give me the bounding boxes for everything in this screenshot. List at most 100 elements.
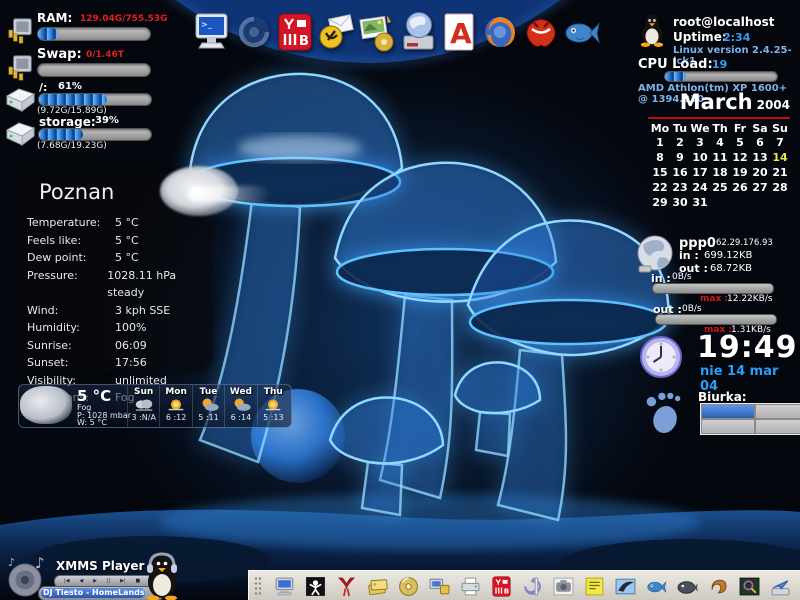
weather-row-label: Sunrise:	[27, 337, 115, 355]
svg-text:B: B	[504, 586, 509, 595]
bluefish-icon[interactable]	[645, 575, 668, 598]
weather-row: Feels like:5 °C	[27, 232, 207, 250]
net-out-rate: 0B/s	[682, 304, 702, 314]
spiral-icon[interactable]	[521, 575, 544, 598]
gnome-foot-icon	[643, 388, 685, 436]
sun-cloud-icon	[193, 397, 224, 413]
calendar-day: 7	[770, 135, 790, 150]
pager-desktop-1[interactable]	[701, 404, 755, 419]
tux-icon	[638, 13, 666, 49]
pager-desktop-2[interactable]	[755, 404, 800, 419]
window-figure-icon[interactable]	[304, 575, 327, 598]
calendar-divider	[648, 117, 790, 119]
weather-row: Pressure:1028.11 hPa steady	[27, 267, 207, 302]
cpu-load-label: CPU Load:	[638, 57, 713, 72]
calendar-weekday: We	[690, 121, 710, 135]
calendar-weekday: Fr	[730, 121, 750, 135]
forecast-day-mon: Mon6 :12	[159, 385, 191, 427]
red-pliers-icon[interactable]	[335, 575, 358, 598]
penguin-headphones-icon[interactable]	[140, 552, 185, 600]
xmms-track-title: DJ Tiesto - HomeLands 2002	[41, 588, 145, 598]
weather-city: Poznan	[39, 180, 114, 204]
printer-icon[interactable]	[459, 575, 482, 598]
net-ip: 62.29.176.93	[716, 238, 773, 248]
sun-haze-icon	[258, 397, 289, 413]
weather-row: Sunset:17:56	[27, 354, 207, 372]
my-computer-icon[interactable]	[273, 575, 296, 598]
svg-text:♪: ♪	[8, 556, 15, 569]
calendar-day: 2	[670, 135, 690, 150]
weather-row-label: Humidity:	[27, 319, 115, 337]
storage-bar	[38, 128, 152, 141]
pager-desktop-4[interactable]	[755, 419, 800, 434]
pager-desktop-3[interactable]	[701, 419, 755, 434]
taskbar-panel: B	[248, 570, 800, 600]
weather-row-value: 3 kph SSE	[115, 302, 170, 320]
red-creature-icon[interactable]	[522, 10, 560, 54]
xmms-control-button[interactable]: |◀	[64, 579, 70, 584]
forecast-day-range: 5 :11	[193, 413, 224, 422]
forecast-day-wed: Wed6 :14	[224, 385, 256, 427]
galeon-browser-icon[interactable]	[235, 10, 273, 54]
weather-row-value: 17:56	[115, 354, 147, 372]
cd-icon[interactable]	[397, 575, 420, 598]
mbank-icon[interactable]: B	[490, 575, 513, 598]
acrobat-reader-icon[interactable]: A	[440, 10, 478, 54]
forecast-day-range: 3 :N/A	[128, 413, 159, 422]
camera-icon[interactable]	[552, 575, 575, 598]
calendar-day: 12	[730, 150, 750, 165]
xmms-control-button[interactable]: ▶|	[120, 579, 126, 584]
app-dock: >_ B A	[194, 10, 601, 54]
forecast-day-name: Tue	[193, 387, 224, 397]
net-out-bar	[655, 314, 777, 325]
calendar-day: 5	[730, 135, 750, 150]
xmms-control-button[interactable]: ||	[107, 579, 110, 584]
gqview-icon[interactable]	[738, 575, 761, 598]
cardfile-icon[interactable]	[366, 575, 389, 598]
forecast-day-name: Thu	[258, 387, 289, 397]
xmms-control-button[interactable]: ▶	[93, 579, 97, 584]
paint-swoosh-icon[interactable]	[614, 575, 637, 598]
firefox-icon[interactable]	[481, 10, 519, 54]
fog-cloud-icon	[128, 397, 159, 413]
storage-disk-icon	[3, 120, 37, 148]
image-viewer-icon[interactable]	[358, 10, 396, 54]
calendar-day: 31	[690, 195, 710, 210]
weather-row-value: 06:09	[115, 337, 147, 355]
calendar-weekday: Tu	[670, 121, 690, 135]
forecast-day-tue: Tue 5 :11	[192, 385, 224, 427]
dark-fish-icon[interactable]	[676, 575, 699, 598]
gimp-swirl-icon[interactable]	[707, 575, 730, 598]
weather-row-label: Wind:	[27, 302, 115, 320]
calendar-day: 28	[770, 180, 790, 195]
calendar-month: March	[680, 90, 753, 114]
root-bar	[38, 93, 152, 106]
root-percent: 61%	[58, 81, 82, 92]
calendar-grid: MoTuWeThFrSaSu 1234567891011121314151617…	[650, 121, 790, 210]
calendar-day: 8	[650, 150, 670, 165]
storage-label: storage:	[39, 115, 96, 129]
calendar-day: 27	[750, 180, 770, 195]
taskbar-drag-handle[interactable]	[253, 575, 261, 597]
notes-icon[interactable]	[583, 575, 606, 598]
forecast-day-range: 6 :12	[160, 413, 191, 422]
calendar-day-empty	[750, 195, 770, 210]
net-in-total: 699.12KB	[704, 250, 752, 261]
weather-row-value: 5 °C	[115, 249, 139, 267]
weather-row: Humidity:100%	[27, 319, 207, 337]
xmms-title: XMMS Player	[56, 559, 144, 573]
xmms-control-button[interactable]: ◀	[79, 579, 83, 584]
calendar-day: 23	[670, 180, 690, 195]
send-file-icon[interactable]	[769, 575, 792, 598]
email-icon[interactable]	[317, 10, 355, 54]
bluefish-icon[interactable]	[563, 10, 601, 54]
weather-row: Sunrise:06:09	[27, 337, 207, 355]
web-server-icon[interactable]	[399, 10, 437, 54]
cpu-load-bar	[664, 71, 778, 82]
forecast-day-range: 6 :14	[225, 413, 256, 422]
current-weather-cloud-icon	[20, 386, 72, 424]
mbank-icon[interactable]: B	[276, 10, 314, 54]
system-box-icon[interactable]	[428, 575, 451, 598]
terminal-icon[interactable]: >_	[194, 10, 232, 54]
calendar-day-empty	[730, 195, 750, 210]
